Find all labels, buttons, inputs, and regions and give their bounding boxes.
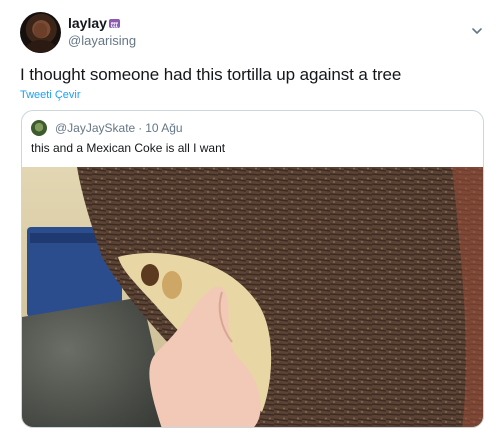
quoted-avatar <box>31 120 47 136</box>
chevron-down-icon[interactable] <box>470 24 484 38</box>
quoted-date[interactable]: 10 Ağu <box>145 121 182 135</box>
quoted-text: this and a Mexican Coke is all I want <box>31 141 226 155</box>
avatar-face <box>34 23 47 38</box>
photo-tortilla-char-mark <box>141 264 159 286</box>
display-name[interactable]: laylay <box>68 15 107 31</box>
author-handle[interactable]: @layarising <box>68 33 136 48</box>
quoted-tweet[interactable]: @JayJaySkate · 10 Ağu this and a Mexican C… <box>21 110 484 428</box>
avatar[interactable] <box>20 12 61 53</box>
name-badge: ෭෭෭ <box>108 18 121 28</box>
chevron-down-glyph <box>472 28 482 34</box>
tweet-card: laylay ෭෭෭ @layarising I thought someone… <box>0 0 500 435</box>
tortilla-bark-photo <box>22 167 483 427</box>
quoted-photo[interactable] <box>22 167 483 427</box>
translate-link[interactable]: Tweeti Çevir <box>20 89 81 101</box>
avatar-shoulders <box>26 40 56 53</box>
quoted-meta: @JayJaySkate · 10 Ağu <box>55 121 183 135</box>
tweet-text: I thought someone had this tortilla up a… <box>20 65 402 84</box>
photo-tortilla-toast-mark <box>162 271 182 299</box>
quoted-handle[interactable]: @JayJaySkate <box>55 121 135 135</box>
quoted-separator: · <box>138 121 143 135</box>
author-name-row: laylay ෭෭෭ <box>68 15 121 31</box>
